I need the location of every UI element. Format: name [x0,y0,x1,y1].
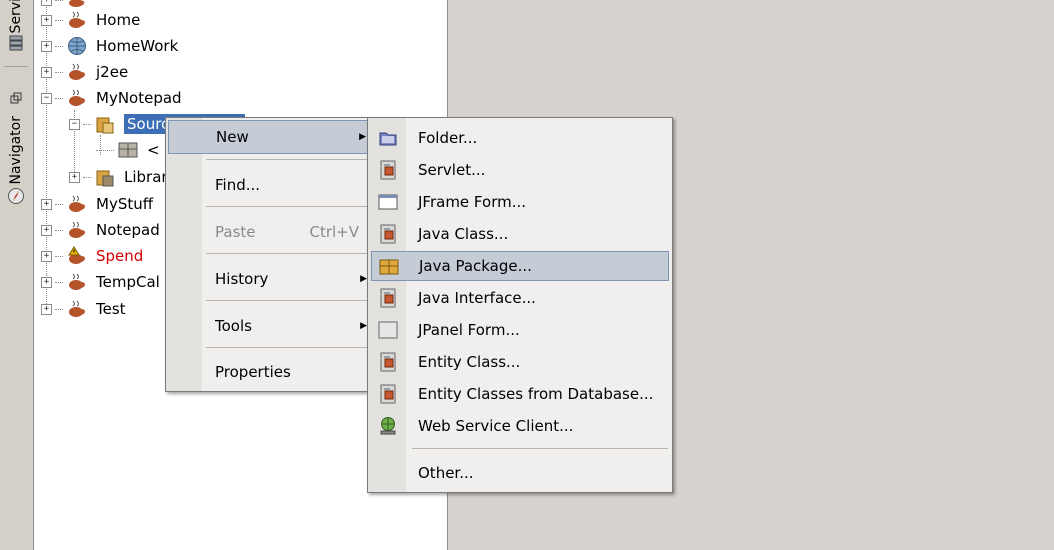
new-submenu: Folder... Servlet... JFrame Form... Java… [367,117,673,493]
services-tab[interactable]: Servi [4,0,28,67]
java-project-icon [66,194,88,214]
context-menu: New ▶ Find... Paste Ctrl+V History ▶ Too… [165,117,372,392]
submenu-item-entity-class[interactable]: Entity Class... [371,347,669,377]
tree-node-label: TempCal [96,273,160,291]
tree-row[interactable]: + Notepad [41,218,160,242]
tree-node-label: Test [96,300,126,318]
submenu-item-jpanel-form[interactable]: JPanel Form... [371,315,669,345]
java-project-icon [66,88,88,108]
submenu-arrow-icon: ▶ [360,321,367,331]
expand-toggle[interactable]: + [41,0,52,6]
expand-toggle[interactable]: + [41,40,52,52]
tree-row[interactable]: + MyStuff [41,192,153,216]
tree-node-label: Librar [124,168,168,186]
expand-toggle[interactable]: + [41,276,52,288]
web-project-globe-icon [66,36,88,56]
menu-item-paste[interactable]: Paste Ctrl+V [168,215,369,249]
jframe-icon [377,191,399,213]
java-project-icon [66,299,88,319]
submenu-item-java-package[interactable]: Java Package... [371,251,669,281]
java-file-icon [377,287,399,309]
folder-icon [377,127,399,149]
tree-node-label: Home [96,11,141,29]
tree-row[interactable]: + Home [41,8,140,32]
navigator-tab[interactable]: Navigator [4,92,28,224]
submenu-arrow-icon: ▶ [359,132,366,142]
tree-node-label: MyStuff [96,195,154,213]
menu-item-new[interactable]: New ▶ [168,120,369,154]
submenu-item-entity-classes-from-database[interactable]: Entity Classes from Database... [371,379,669,409]
tree-row[interactable]: + Librar [69,165,168,189]
window-restore-icon [10,92,22,104]
tree-row[interactable]: − MyNotepad [41,86,182,110]
tree-row-error[interactable]: + Spend [41,244,143,268]
java-project-icon [66,272,88,292]
navigator-tab-label: Navigator [8,116,24,185]
submenu-item-other[interactable]: Other... [371,458,669,488]
compass-icon [8,187,24,204]
jpanel-icon [377,319,399,341]
submenu-arrow-icon: ▶ [360,274,367,284]
expand-toggle[interactable]: + [41,66,52,78]
server-icon [9,35,23,51]
tree-node-label: Notepad [96,221,160,239]
java-file-icon [377,351,399,373]
source-packages-icon [94,114,116,134]
collapse-toggle[interactable]: − [69,118,80,130]
java-project-error-icon [66,246,88,266]
menu-item-history[interactable]: History ▶ [168,262,369,296]
tree-node-label: j2ee [96,63,129,81]
java-file-icon [377,159,399,181]
web-service-icon [377,415,399,437]
tree-row[interactable]: + j2ee [41,60,128,84]
expand-toggle[interactable]: + [41,224,52,236]
collapse-toggle[interactable]: − [41,92,52,104]
tree-row[interactable]: < [96,138,160,162]
tree-node-label: MyNotepad [96,89,182,107]
libraries-icon [94,167,116,187]
menu-item-find[interactable]: Find... [168,168,369,202]
submenu-item-folder[interactable]: Folder... [371,123,669,153]
submenu-item-web-service-client[interactable]: Web Service Client... [371,411,669,441]
services-tab-label: Servi [8,0,24,34]
menu-item-tools[interactable]: Tools ▶ [168,309,369,343]
package-icon [117,140,139,160]
menu-item-properties[interactable]: Properties [168,355,369,389]
submenu-item-servlet[interactable]: Servlet... [371,155,669,185]
tree-row[interactable]: + Test [41,297,126,321]
expand-toggle[interactable]: + [41,303,52,315]
tree-node-label: HomeWork [96,37,179,55]
tree-row[interactable]: + TempCal [41,270,160,294]
expand-toggle[interactable]: + [41,14,52,26]
java-project-icon [66,62,88,82]
java-project-icon [66,220,88,240]
expand-toggle[interactable]: + [41,250,52,262]
paste-shortcut: Ctrl+V [309,223,359,241]
expand-toggle[interactable]: + [41,198,52,210]
java-file-icon [377,383,399,405]
java-file-icon [377,223,399,245]
submenu-item-java-interface[interactable]: Java Interface... [371,283,669,313]
package-icon [378,256,400,278]
tree-node-label: < [147,141,160,159]
tree-node-label: Spend [96,247,144,265]
submenu-item-java-class[interactable]: Java Class... [371,219,669,249]
java-project-icon [66,10,88,30]
submenu-item-jframe-form[interactable]: JFrame Form... [371,187,669,217]
expand-toggle[interactable]: + [69,171,80,183]
side-tab-strip: Servi Navigator [0,0,34,550]
tree-row[interactable]: + HomeWork [41,34,178,58]
